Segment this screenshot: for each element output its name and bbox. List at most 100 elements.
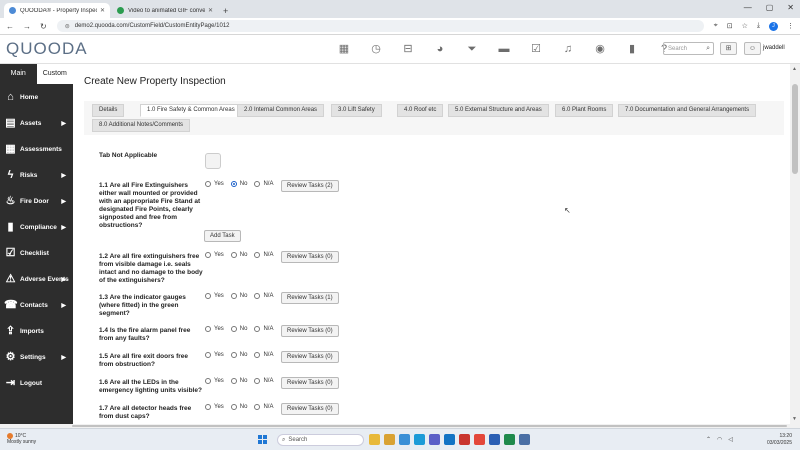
review-tasks-button[interactable]: Review Tasks (0)	[281, 351, 339, 363]
radio-yes[interactable]	[205, 352, 211, 358]
browser-tab[interactable]: QUOODA® - Property Inspectio ✕	[4, 3, 110, 18]
folder-icon[interactable]: ▬	[488, 42, 520, 56]
horizontal-scroll-thumb[interactable]	[72, 425, 787, 427]
screen-recorder-icon[interactable]	[459, 434, 470, 445]
location-icon[interactable]: ⌖	[714, 22, 718, 30]
menu-icon[interactable]: ⋮	[787, 22, 794, 30]
tab-close-icon[interactable]: ✕	[100, 7, 105, 14]
chrome-icon[interactable]	[474, 434, 485, 445]
sidebar-item-assets[interactable]: ▤ Assets ▶	[0, 110, 73, 136]
new-tab-button[interactable]: +	[223, 6, 228, 18]
form-tab[interactable]: 7.0 Documentation and General Arrangemen…	[618, 104, 757, 117]
radio-no[interactable]	[230, 378, 237, 384]
sidebar-item-home[interactable]: ⌂ Home	[0, 84, 73, 110]
wifi-icon[interactable]: ◠	[717, 436, 722, 443]
search-icon[interactable]: ⌕	[706, 45, 710, 53]
outlook-icon[interactable]	[444, 434, 455, 445]
form-tab[interactable]: 5.0 External Structure and Areas	[448, 104, 549, 117]
radio-yes[interactable]	[205, 326, 211, 332]
volume-icon[interactable]: ◁	[728, 436, 733, 443]
scroll-up-icon[interactable]: ▲	[792, 66, 797, 72]
scroll-down-icon[interactable]: ▼	[792, 416, 797, 422]
sidebar-item-imports[interactable]: ⇪ Imports	[0, 318, 73, 344]
sidebar-item-settings[interactable]: ⚙ Settings ▶	[0, 344, 73, 370]
form-tab[interactable]: 6.0 Plant Rooms	[555, 104, 614, 117]
url-field[interactable]: ⊜ demo2.quooda.com/CustomField/CustomEnt…	[56, 20, 704, 32]
close-window-icon[interactable]: ✕	[787, 3, 794, 12]
radio-no[interactable]	[230, 326, 237, 332]
review-tasks-button[interactable]: Review Tasks (0)	[281, 325, 339, 337]
clock-icon[interactable]: ◷	[360, 42, 392, 56]
form-tab[interactable]: 1.0 Fire Safety & Common Areas	[140, 104, 242, 117]
radio-na[interactable]	[254, 326, 261, 332]
extensions-icon[interactable]: ⊡	[727, 22, 733, 30]
weather-widget[interactable]: 10°C Mostly sunny	[7, 433, 36, 445]
search-input[interactable]: Search ⌕	[663, 42, 714, 55]
quooda-logo[interactable]: QUOODA	[6, 39, 88, 59]
review-tasks-button[interactable]: Review Tasks (2)	[281, 180, 339, 192]
radio-no[interactable]	[230, 252, 237, 258]
sidebar-item-logout[interactable]: ⇥ Logout	[0, 370, 73, 396]
reload-icon[interactable]: ↻	[40, 22, 47, 31]
file-explorer-icon[interactable]	[369, 434, 380, 445]
radio-no[interactable]	[230, 352, 237, 358]
sidebar-item-contacts[interactable]: ☎ Contacts ▶	[0, 292, 73, 318]
bell-icon[interactable]: ♫	[552, 42, 584, 56]
back-icon[interactable]: ←	[6, 22, 14, 31]
scroll-thumb[interactable]	[792, 84, 798, 174]
taskbar-search[interactable]: ⌕ Search	[277, 434, 364, 446]
folder-app-icon[interactable]	[384, 434, 395, 445]
radio-no[interactable]	[230, 293, 237, 299]
user-icon[interactable]: ☺	[744, 42, 761, 55]
sidebar-item-fire-door[interactable]: ♨ Fire Door ▶	[0, 188, 73, 214]
word-icon[interactable]	[489, 434, 500, 445]
sidebar-item-compliance[interactable]: ▮ Compliance ▶	[0, 214, 73, 240]
sidebar-tab-main[interactable]: Main	[0, 64, 37, 84]
sidebar-item-adverse-events[interactable]: ⚠ Adverse Events ▶	[0, 266, 73, 292]
radio-na[interactable]	[254, 181, 261, 187]
radio-no[interactable]	[230, 404, 237, 410]
media-app-icon[interactable]	[399, 434, 410, 445]
radio-na[interactable]	[254, 378, 261, 384]
vertical-scrollbar[interactable]: ▲ ▼	[790, 64, 800, 424]
tab-not-applicable-checkbox[interactable]	[205, 153, 221, 169]
checklist-icon[interactable]: ☑	[520, 42, 552, 56]
calendar-icon[interactable]: ▦	[328, 42, 360, 56]
site-info-icon[interactable]: ⊜	[65, 23, 70, 30]
username[interactable]: jwaddell	[763, 45, 785, 51]
sidebar-tab-custom[interactable]: Custom	[36, 64, 73, 84]
radio-yes[interactable]	[205, 404, 211, 410]
excel-icon[interactable]	[504, 434, 515, 445]
radio-yes[interactable]	[205, 293, 211, 299]
radio-na[interactable]	[254, 404, 261, 410]
radio-yes[interactable]	[205, 181, 211, 187]
filter-icon[interactable]: ⏷	[456, 42, 488, 56]
form-tab[interactable]: 8.0 Additional Notes/Comments	[92, 119, 191, 132]
sidebar-item-assessments[interactable]: ▦ Assessments	[0, 136, 73, 162]
maximize-icon[interactable]: ▢	[766, 3, 774, 12]
browser-tab[interactable]: Video to animated GIF converte ✕	[112, 3, 218, 18]
taskbar-clock[interactable]: 13:20 03/03/2025	[767, 433, 792, 447]
radio-na[interactable]	[254, 293, 261, 299]
review-tasks-button[interactable]: Review Tasks (0)	[281, 403, 339, 415]
review-tasks-button[interactable]: Review Tasks (0)	[281, 377, 339, 389]
inbox-icon[interactable]: ⊟	[392, 42, 424, 56]
radio-na[interactable]	[254, 252, 261, 258]
review-tasks-button[interactable]: Review Tasks (1)	[281, 292, 339, 304]
eye-icon[interactable]: ◉	[584, 42, 616, 56]
sliders-button[interactable]: ⊞	[720, 42, 737, 55]
form-tab[interactable]: 4.0 Roof etc	[397, 104, 444, 117]
sidebar-item-risks[interactable]: ϟ Risks ▶	[0, 162, 73, 188]
form-tab[interactable]: 3.0 Lift Safety	[331, 104, 382, 117]
add-task-button[interactable]: Add Task	[204, 230, 241, 242]
radio-no[interactable]	[230, 181, 237, 187]
tab-close-icon[interactable]: ✕	[208, 7, 213, 14]
chevron-up-icon[interactable]: ⌃	[706, 436, 711, 443]
edge-icon[interactable]	[414, 434, 425, 445]
sidebar-item-checklist[interactable]: ☑ Checklist	[0, 240, 73, 266]
profile-avatar[interactable]: J	[769, 21, 778, 31]
calculator-icon[interactable]	[519, 434, 530, 445]
forward-icon[interactable]: →	[23, 22, 31, 31]
radio-yes[interactable]	[205, 252, 211, 258]
pie-chart-icon[interactable]: ◕	[424, 42, 456, 56]
